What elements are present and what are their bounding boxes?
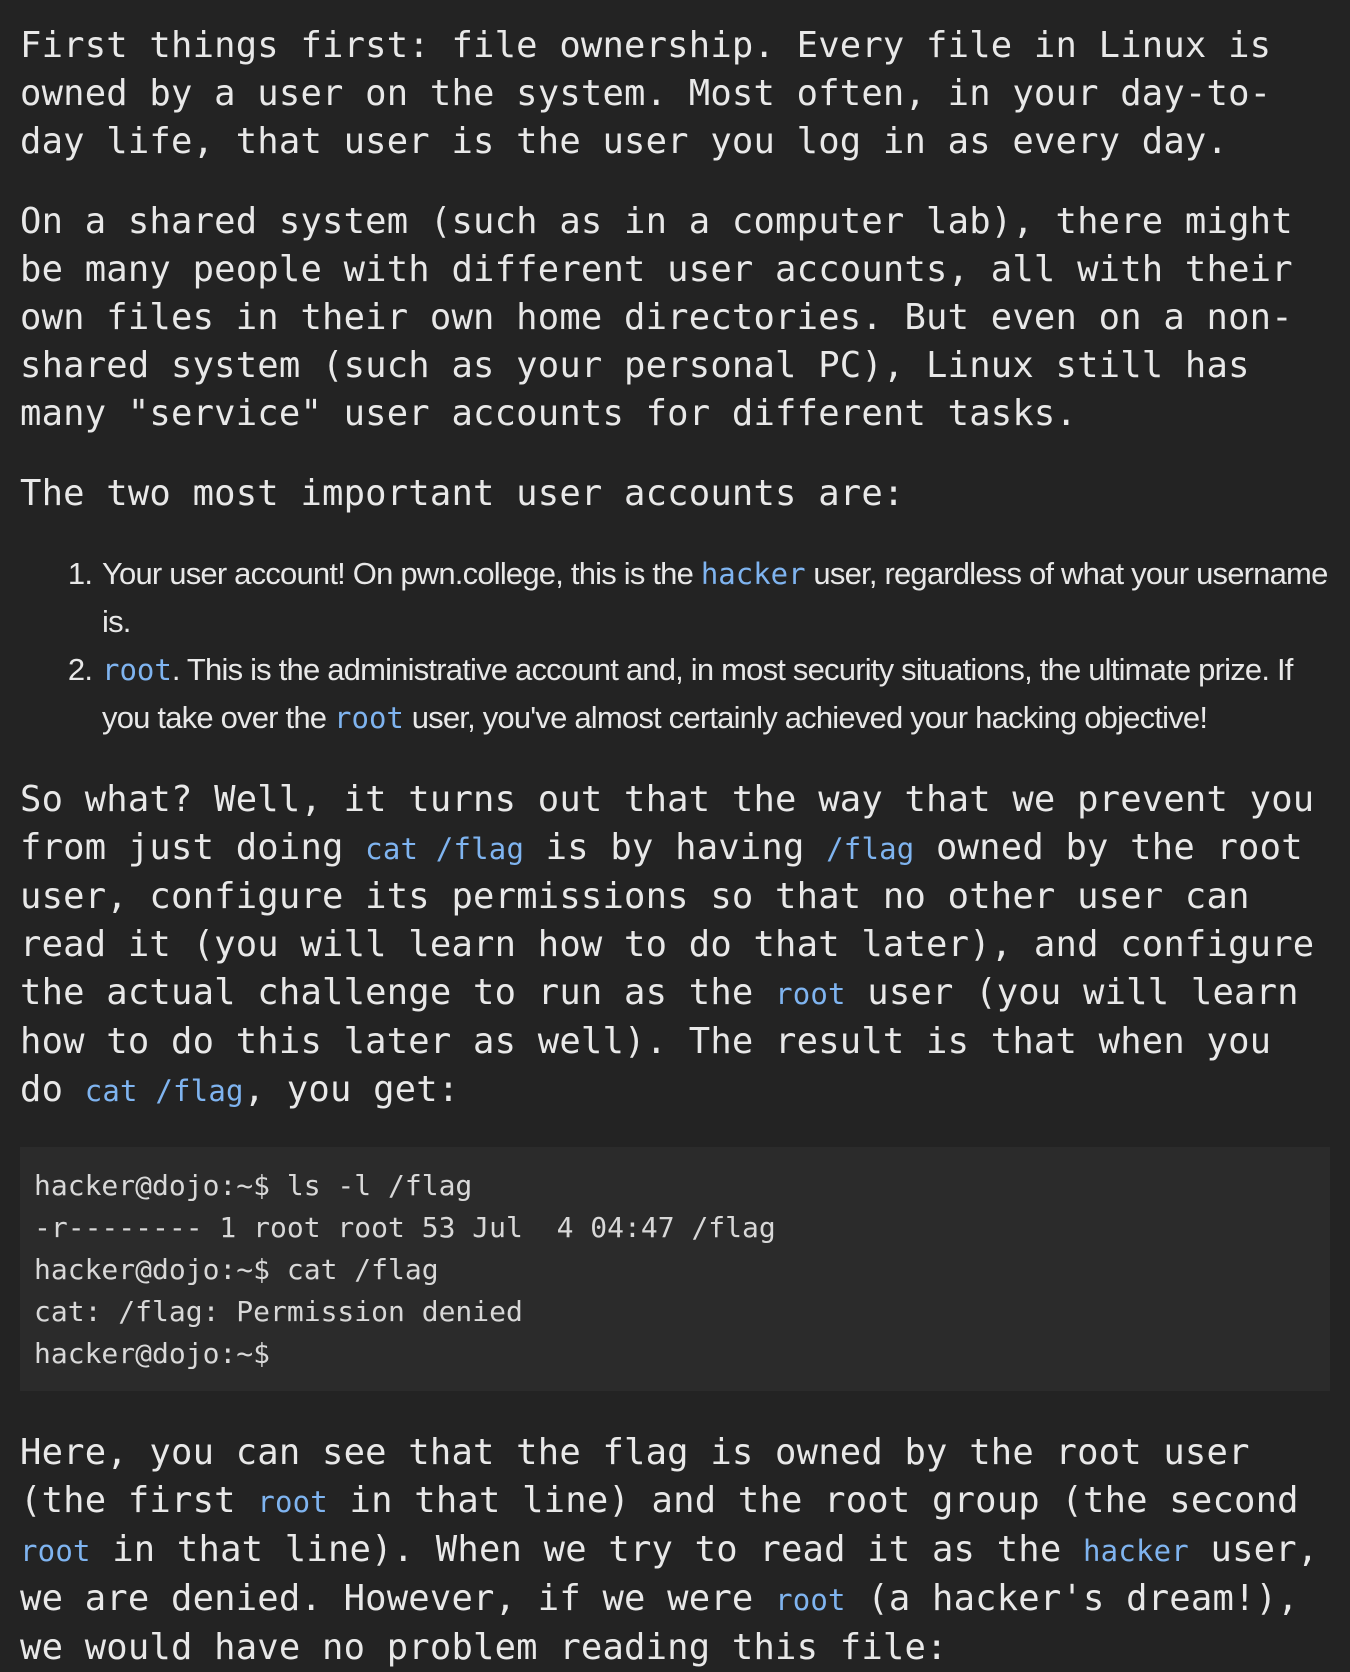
paragraph-important-accounts: The two most important user accounts are… — [20, 473, 905, 514]
inline-code-hacker: hacker — [700, 557, 806, 591]
terminal-line: hacker@dojo:~$ — [34, 1337, 271, 1370]
terminal-line: hacker@dojo:~$ cat /flag — [34, 1253, 439, 1286]
inline-code-cat-flag: cat /flag — [84, 1074, 244, 1108]
terminal-code-block: hacker@dojo:~$ ls -l /flag -r-------- 1 r… — [20, 1147, 1330, 1391]
list-text: user, you've almost certainly achieved y… — [403, 700, 1208, 735]
inline-code-root: root — [334, 701, 404, 735]
paragraph-flag-owner: Here, you can see that the flag is owned… — [20, 1429, 1330, 1672]
paragraph-shared-system: On a shared system (such as in a compute… — [20, 201, 1293, 434]
inline-code-root: root — [775, 1583, 846, 1617]
inline-code-flag: /flag — [826, 832, 915, 866]
paragraph-so-what: So what? Well, it turns out that the way… — [20, 776, 1330, 1115]
terminal-line: hacker@dojo:~$ ls -l /flag — [34, 1169, 473, 1202]
lesson-content: First things first: file ownership. Ever… — [0, 0, 1350, 1672]
list-text: Your user account! On pwn.college, this … — [102, 556, 701, 591]
inline-code-root: root — [20, 1534, 91, 1568]
paragraph-text: , you get: — [243, 1069, 460, 1110]
terminal-line: -r-------- 1 root root 53 Jul 4 04:47 /f… — [34, 1211, 776, 1244]
inline-code-root: root — [257, 1485, 328, 1519]
inline-code-cat-flag: cat /flag — [365, 832, 525, 866]
inline-code-hacker: hacker — [1083, 1534, 1189, 1568]
inline-code-root: root — [102, 653, 172, 687]
paragraph-text: is by having — [524, 827, 827, 868]
account-list: Your user account! On pwn.college, this … — [20, 550, 1330, 742]
list-item-root: root. This is the administrative account… — [100, 646, 1330, 742]
paragraph-text: in that line). When we try to read it as… — [90, 1529, 1083, 1570]
list-item-hacker: Your user account! On pwn.college, this … — [100, 550, 1330, 646]
terminal-line: cat: /flag: Permission denied — [34, 1295, 523, 1328]
inline-code-root: root — [775, 977, 846, 1011]
paragraph-text: in that line) and the root group (the se… — [327, 1480, 1299, 1521]
paragraph-file-ownership: First things first: file ownership. Ever… — [20, 25, 1272, 162]
